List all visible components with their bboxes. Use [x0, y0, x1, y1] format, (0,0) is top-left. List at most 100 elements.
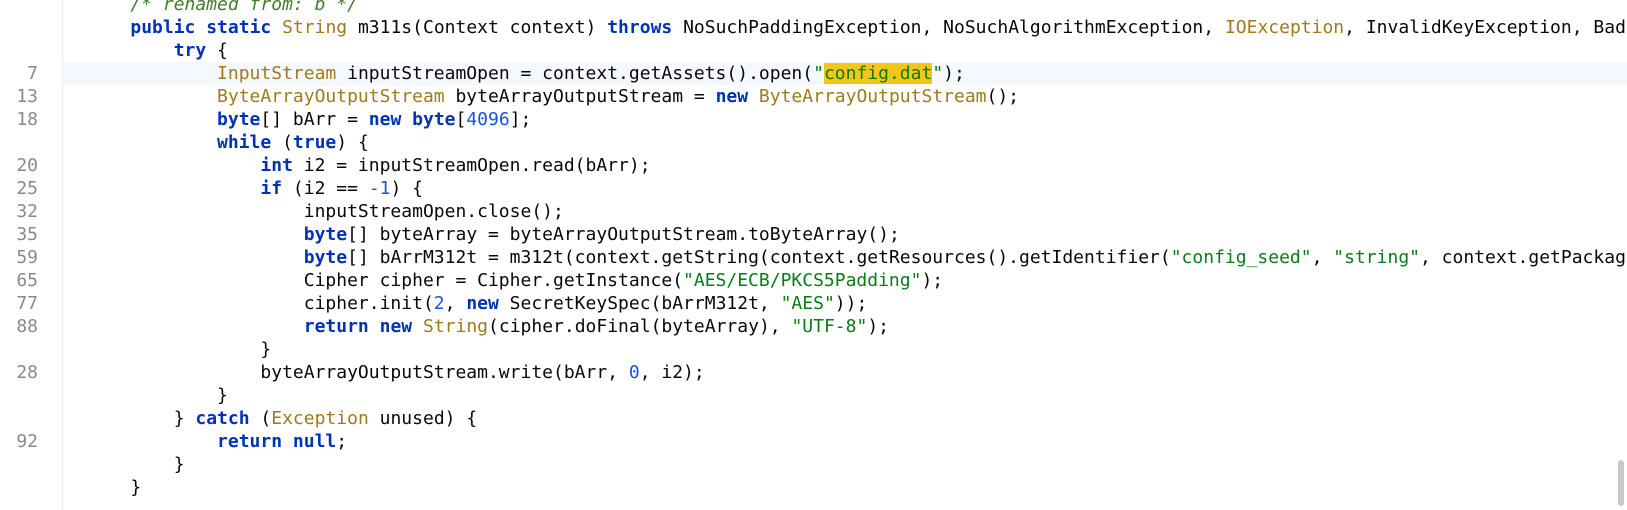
code-token: SecretKeySpec(bArrM312t,	[498, 293, 781, 314]
code-line[interactable]: if (i2 == -1) {	[63, 177, 1627, 200]
code-token: ];	[509, 109, 532, 130]
code-token: 4096	[466, 109, 510, 130]
code-token: [] byteArray = byteArrayOutputStream.toB…	[347, 224, 900, 245]
line-number: 35	[16, 224, 38, 245]
line-number: 7	[27, 63, 38, 84]
code-token: , InvalidKeyException, BadPaddingExcepti…	[1344, 17, 1627, 38]
code-token: byte	[217, 109, 261, 130]
code-token: new	[368, 109, 402, 130]
code-token: (	[271, 132, 293, 153]
code-token: "	[813, 63, 824, 84]
code-token: return	[303, 316, 369, 337]
code-token: "	[932, 63, 944, 84]
code-token: 0	[628, 362, 640, 383]
code-token: ) {	[336, 132, 369, 153]
code-token: [	[455, 109, 467, 130]
code-token: byte	[303, 224, 348, 245]
code-token: , i2);	[639, 362, 705, 383]
code-token: }	[87, 339, 272, 360]
code-line[interactable]: Cipher cipher = Cipher.getInstance("AES/…	[63, 269, 1627, 292]
code-line[interactable]: while (true) {	[63, 131, 1627, 154]
code-token: );	[921, 270, 944, 291]
code-token: return	[217, 431, 283, 452]
code-token: /* renamed from: b */	[87, 0, 358, 15]
line-number: 18	[16, 109, 38, 130]
code-token: [] bArr =	[260, 109, 369, 130]
code-token: [] bArrM312t = m312t(context.getString(c…	[347, 247, 1171, 268]
code-line[interactable]: }	[63, 338, 1627, 361]
code-line[interactable]: byteArrayOutputStream.write(bArr, 0, i2)…	[63, 361, 1627, 384]
code-token: IOException	[1224, 17, 1345, 38]
code-token: "UTF-8"	[791, 316, 868, 337]
code-line[interactable]: byte[] bArr = new byte[4096];	[63, 108, 1627, 131]
code-line[interactable]: }	[63, 453, 1627, 476]
code-token: new	[466, 293, 499, 314]
code-token: String	[422, 316, 489, 337]
code-token: }	[87, 454, 185, 475]
code-line[interactable]: byte[] bArrM312t = m312t(context.getStri…	[63, 246, 1627, 269]
code-token: ;	[336, 431, 348, 452]
code-line[interactable]: /* renamed from: b */	[63, 0, 1627, 16]
line-number: 59	[16, 247, 38, 268]
code-line[interactable]: }	[63, 384, 1627, 407]
code-token: Cipher cipher = Cipher.getInstance(	[87, 270, 684, 291]
line-number: 65	[16, 270, 38, 291]
code-token: byte	[412, 109, 456, 130]
code-token: cipher.init(	[87, 293, 434, 314]
code-token: "config_seed"	[1170, 247, 1312, 268]
code-token: config.dat	[823, 63, 933, 84]
code-line[interactable]: InputStream inputStreamOpen = context.ge…	[63, 62, 1627, 85]
code-token: ,	[1311, 247, 1334, 268]
code-line[interactable]: byte[] byteArray = byteArrayOutputStream…	[63, 223, 1627, 246]
code-token: true	[292, 132, 337, 153]
line-number: 20	[16, 155, 38, 176]
code-token: inputStreamOpen.close();	[87, 201, 564, 222]
code-line[interactable]: cipher.init(2, new SecretKeySpec(bArrM31…	[63, 292, 1627, 315]
code-line[interactable]: }	[63, 476, 1627, 499]
code-editor[interactable]: 7 13 18 20 25 32 35 59 65 77 88 28 92 /* renamed fro…	[0, 0, 1627, 510]
code-token: ,	[444, 293, 467, 314]
code-token: try	[173, 40, 207, 61]
code-token: catch	[195, 408, 250, 429]
code-line[interactable]: return null;	[63, 430, 1627, 453]
code-token: null	[292, 431, 337, 452]
code-token: unused) {	[368, 408, 478, 429]
code-token: }	[87, 385, 228, 406]
line-number: 13	[16, 86, 38, 107]
code-line[interactable]: try {	[63, 39, 1627, 62]
line-number-gutter[interactable]: 7 13 18 20 25 32 35 59 65 77 88 28 92	[0, 0, 63, 510]
code-area[interactable]: /* renamed from: b */ public static Stri…	[63, 0, 1627, 510]
code-token: InputStream	[217, 63, 337, 84]
code-token: "string"	[1333, 247, 1420, 268]
code-line[interactable]: int i2 = inputStreamOpen.read(bArr);	[63, 154, 1627, 177]
code-token: String	[282, 17, 348, 38]
code-token: throws	[607, 17, 673, 38]
line-number: 25	[16, 178, 38, 199]
code-line[interactable]: inputStreamOpen.close();	[63, 200, 1627, 223]
line-number: 88	[16, 316, 38, 337]
code-token: (i2 ==	[282, 178, 369, 199]
code-line[interactable]: } catch (Exception unused) {	[63, 407, 1627, 430]
code-line[interactable]: return new String(cipher.doFinal(byteArr…	[63, 315, 1627, 338]
code-token: i2 = inputStreamOpen.read(bArr);	[292, 155, 651, 176]
vertical-scrollbar[interactable]	[1613, 0, 1627, 510]
code-token: new	[715, 86, 749, 107]
code-token: "AES/ECB/PKCS5Padding"	[683, 270, 922, 291]
line-number: 32	[16, 201, 38, 222]
code-token: NoSuchPaddingException, NoSuchAlgorithmE…	[672, 17, 1225, 38]
scrollbar-thumb[interactable]	[1618, 460, 1624, 506]
line-number: 92	[16, 431, 38, 452]
code-line[interactable]: ByteArrayOutputStream byteArrayOutputStr…	[63, 85, 1627, 108]
code-token: 2	[433, 293, 445, 314]
code-line[interactable]: public static String m311s(Context conte…	[63, 16, 1627, 39]
code-token: ) {	[390, 178, 423, 199]
